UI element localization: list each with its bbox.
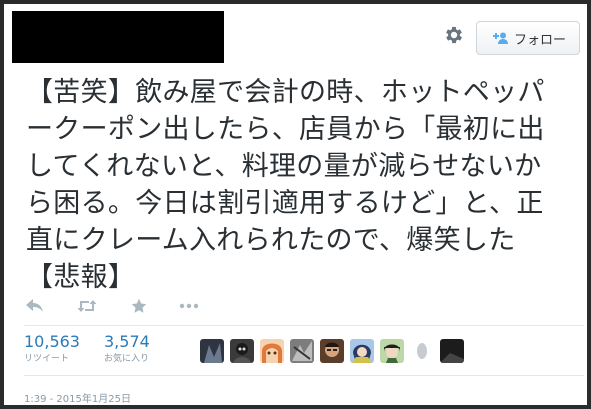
tweet-line: ークーポン出したら、店員から「最初に出	[26, 114, 545, 145]
gear-icon[interactable]	[443, 24, 465, 46]
avatar[interactable]	[200, 339, 224, 363]
tweet-line: 【苦笑】飲み屋で会計の時、ホットペッパ	[26, 77, 545, 108]
avatar[interactable]	[410, 339, 434, 363]
tweet-card: フォロー 【苦笑】飲み屋で会計の時、ホットペッパ ークーポン出したら、店員から「…	[0, 0, 591, 409]
retweet-label: リツイート	[24, 354, 70, 364]
avatar[interactable]	[440, 339, 464, 363]
reply-icon[interactable]	[24, 296, 46, 316]
avatar[interactable]	[290, 339, 314, 363]
tweet-line: 【悲報】	[26, 262, 136, 293]
divider	[24, 375, 584, 376]
retweet-stat[interactable]: 10,563 リツイート	[24, 333, 80, 366]
avatar[interactable]	[320, 339, 344, 363]
avatar[interactable]	[230, 339, 254, 363]
star-icon[interactable]	[128, 296, 150, 316]
tweet-line: 直にクレーム入れられたので、爆笑した	[26, 225, 516, 256]
more-icon[interactable]	[178, 296, 200, 316]
avatar[interactable]	[380, 339, 404, 363]
favorite-label: お気に入り	[104, 354, 150, 364]
follow-button-label: フォロー	[514, 32, 567, 48]
avatar[interactable]	[350, 339, 374, 363]
redacted-user-name	[12, 11, 224, 63]
tweet-text: 【苦笑】飲み屋で会計の時、ホットペッパ ークーポン出したら、店員から「最初に出 …	[26, 74, 582, 296]
retweet-count: 10,563	[24, 332, 80, 351]
favorite-stat[interactable]: 3,574 お気に入り	[104, 333, 150, 366]
avatar[interactable]	[260, 339, 284, 363]
retweet-icon[interactable]	[76, 296, 98, 316]
tweet-timestamp[interactable]: 1:39 - 2015年1月25日	[24, 390, 131, 405]
tweet-actions	[24, 296, 224, 316]
favorite-count: 3,574	[104, 332, 150, 351]
add-user-icon	[493, 32, 508, 44]
follow-button[interactable]: フォロー	[476, 21, 580, 55]
tweet-line: してくれないと、料理の量が減らせないか	[26, 151, 542, 182]
divider	[24, 325, 584, 326]
tweet-line: ら困る。今日は割引適用するけど」と、正	[26, 188, 544, 219]
